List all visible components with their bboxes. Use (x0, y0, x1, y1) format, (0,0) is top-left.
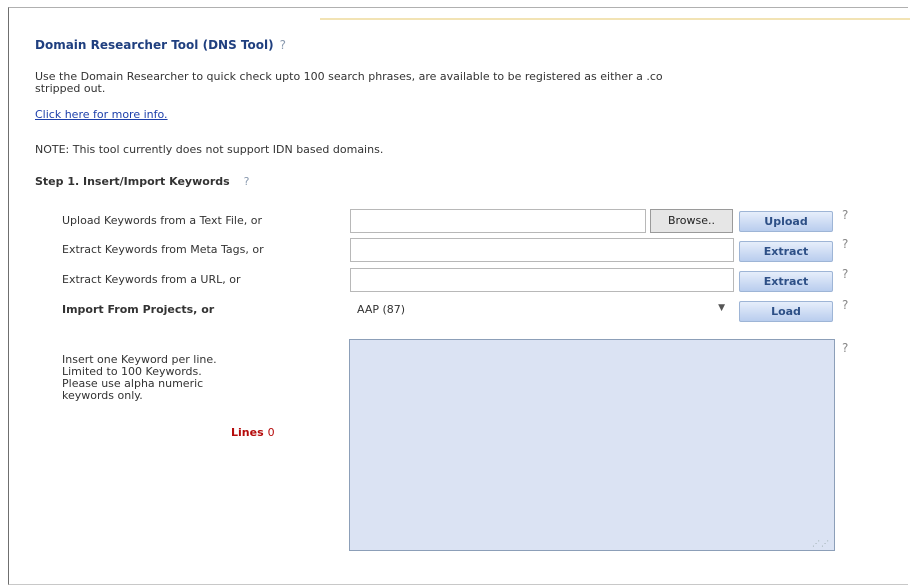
projects-label: Import From Projects, or (62, 303, 215, 316)
more-info-link[interactable]: Click here for more info. (35, 108, 168, 121)
meta-help-icon[interactable]: ? (842, 237, 848, 251)
step1-heading: Step 1. Insert/Import Keywords? (35, 175, 250, 188)
tool-description: Use the Domain Researcher to quick check… (35, 71, 663, 95)
browse-button[interactable]: Browse.. (650, 209, 733, 233)
page-title: Domain Researcher Tool (DNS Tool)? (35, 38, 286, 52)
projects-select[interactable]: AAP (87) ▼ (350, 297, 734, 321)
upload-label: Upload Keywords from a Text File, or (62, 214, 262, 227)
meta-label: Extract Keywords from Meta Tags, or (62, 243, 264, 256)
url-help-icon[interactable]: ? (842, 267, 848, 281)
extract-url-button[interactable]: Extract (739, 271, 833, 292)
idn-note: NOTE: This tool currently does not suppo… (35, 143, 384, 156)
step1-title: Step 1. Insert/Import Keywords (35, 175, 230, 188)
resize-grip-icon[interactable]: ⋰⋰ (812, 539, 830, 548)
keywords-help-icon[interactable]: ? (842, 341, 848, 355)
url-label: Extract Keywords from a URL, or (62, 273, 241, 286)
projects-selected-value: AAP (87) (357, 303, 406, 316)
url-input[interactable] (350, 268, 734, 292)
top-divider (320, 18, 910, 20)
lines-label: Lines (231, 426, 264, 439)
projects-help-icon[interactable]: ? (842, 298, 848, 312)
lines-count: 0 (267, 426, 275, 439)
chevron-down-icon: ▼ (718, 303, 725, 313)
extract-meta-button[interactable]: Extract (739, 241, 833, 262)
load-project-button[interactable]: Load (739, 301, 833, 322)
step1-help-icon[interactable]: ? (244, 175, 250, 188)
upload-file-field[interactable] (350, 209, 646, 233)
lines-counter: Lines 0 (231, 426, 275, 439)
keywords-textarea[interactable]: ⋰⋰ (349, 339, 835, 551)
meta-url-input[interactable] (350, 238, 734, 262)
keywords-hint: Insert one Keyword per line. Limited to … (62, 353, 217, 402)
title-help-icon[interactable]: ? (280, 38, 286, 52)
page-title-text: Domain Researcher Tool (DNS Tool) (35, 38, 274, 52)
upload-help-icon[interactable]: ? (842, 208, 848, 222)
upload-button[interactable]: Upload (739, 211, 833, 232)
